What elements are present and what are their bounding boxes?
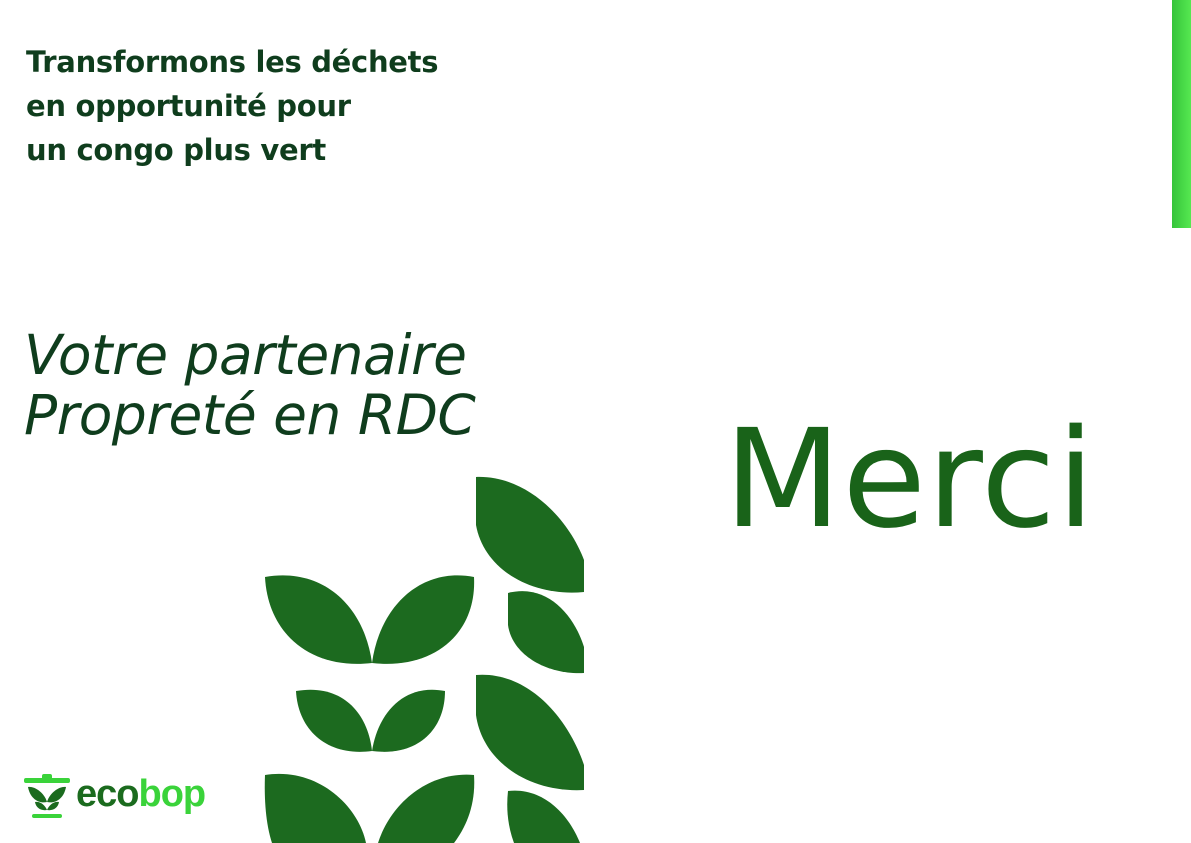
leaf-shape	[507, 790, 580, 843]
leaf-shape	[508, 591, 584, 674]
leaf-pattern-graphic	[264, 476, 584, 843]
tagline: Transformons les déchets en opportunité …	[26, 40, 438, 172]
leaf-shape	[372, 575, 475, 664]
logo-wordmark-bop: bop	[138, 773, 206, 815]
tagline-line-1: Transformons les déchets	[26, 45, 439, 79]
leaf-pot-icon	[24, 774, 70, 818]
logo-wordmark-eco: eco	[76, 773, 139, 815]
subtitle-line-2: Propreté en RDC	[24, 383, 476, 447]
tagline-line-2: en opportunité pour	[26, 89, 351, 123]
leaf-shape	[476, 476, 584, 593]
leaf-shape	[264, 773, 366, 843]
logo-wordmark: ecobop	[76, 770, 206, 818]
leaf-shape	[378, 774, 475, 843]
leaf-shape	[265, 575, 372, 664]
subtitle-line-1: Votre partenaire	[24, 323, 467, 387]
subtitle: Votre partenaire Propreté en RDC	[24, 323, 476, 447]
ecobop-logo: ecobop	[22, 772, 232, 824]
accent-bar	[1172, 0, 1191, 228]
thank-you-headline: Merci	[724, 401, 1096, 559]
tagline-line-3: un congo plus vert	[26, 133, 326, 167]
leaf-shape	[372, 689, 445, 752]
leaf-shape	[476, 674, 584, 791]
leaf-shape	[296, 689, 372, 752]
